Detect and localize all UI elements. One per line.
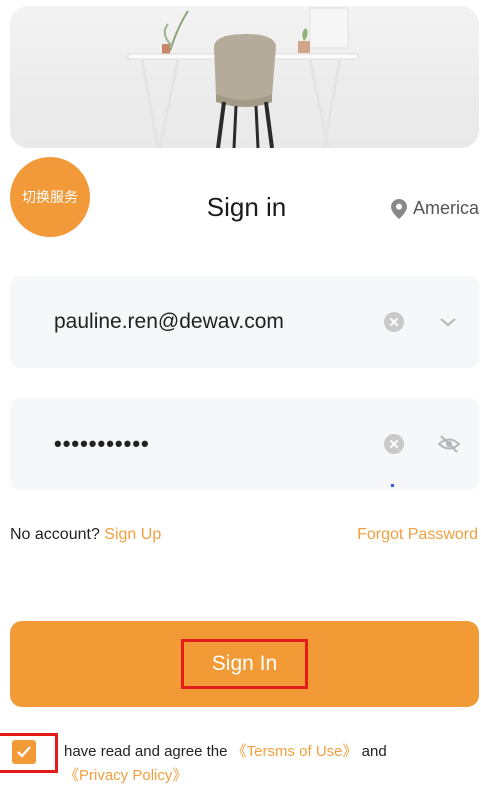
cursor-marker — [391, 484, 394, 487]
sign-in-button-label: Sign In — [180, 639, 309, 689]
agreement-and: and — [361, 743, 387, 760]
hero-image — [10, 6, 479, 148]
page-title-text: Sign in — [206, 192, 287, 222]
sign-up-link[interactable]: Sign Up — [104, 526, 161, 543]
checkmark-icon — [17, 746, 31, 758]
no-account-text: No account? — [10, 526, 100, 543]
region-label: America — [412, 198, 479, 218]
agreement-text: have read and agree the 《Tersms of Use》 … — [64, 740, 464, 788]
chevron-down-icon[interactable] — [438, 312, 458, 332]
terms-of-use-link[interactable]: 《Tersms of Use》 — [232, 743, 358, 760]
privacy-policy-link[interactable]: 《Privacy Policy》 — [64, 767, 187, 784]
password-field[interactable]: ••••••••••• — [10, 398, 479, 490]
forgot-password-link[interactable]: Forgot Password — [357, 526, 478, 544]
email-field[interactable]: pauline.ren@dewav.com — [10, 276, 479, 368]
sign-in-button[interactable]: Sign In — [10, 621, 479, 707]
location-pin-icon — [390, 198, 407, 219]
eye-off-icon[interactable] — [437, 433, 461, 455]
region-selector[interactable]: America — [390, 198, 479, 219]
agreement-checkbox[interactable] — [12, 740, 36, 764]
clear-icon[interactable] — [384, 312, 404, 332]
email-input[interactable]: pauline.ren@dewav.com — [54, 276, 284, 368]
agreement-prefix: have read and agree the — [64, 743, 228, 760]
clear-icon[interactable] — [384, 434, 404, 454]
password-input[interactable]: ••••••••••• — [54, 398, 150, 490]
desk-chair-illustration — [127, 7, 359, 148]
no-account-row: No account? Sign Up — [10, 526, 161, 544]
